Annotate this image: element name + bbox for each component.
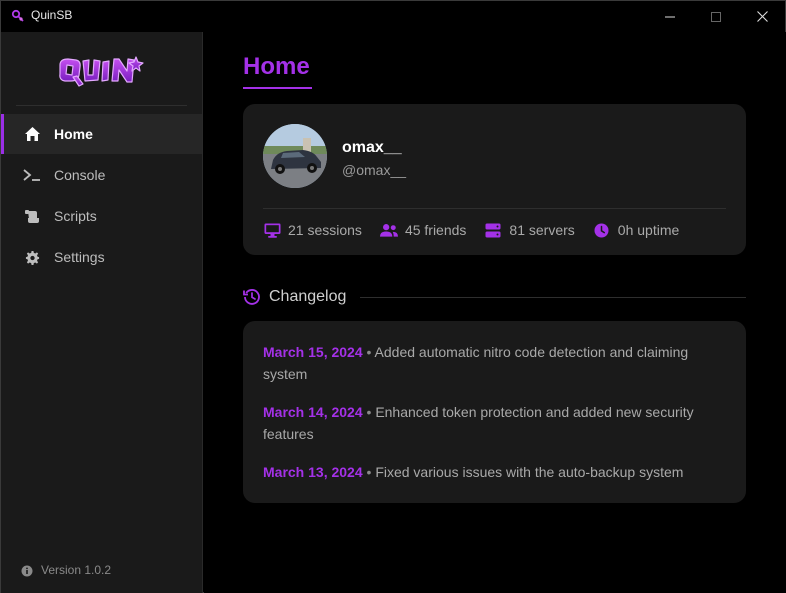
sidebar-item-console[interactable]: Console [1,155,202,195]
profile-divider [263,208,726,209]
server-icon [484,222,502,238]
version-info: Version 1.0.2 [21,563,111,577]
logo-divider [16,105,187,106]
changelog-header: Changelog [243,285,746,309]
profile-handle: @omax__ [342,162,407,178]
window-title: QuinSB [31,8,73,22]
sidebar-item-label: Console [54,167,106,183]
changelog-entry: March 14, 2024 • Enhanced token protecti… [263,401,733,445]
title-bar[interactable]: QuinSB [1,1,785,32]
minimize-button[interactable] [647,1,693,32]
changelog-text: Fixed various issues with the auto-backu… [375,464,684,480]
profile-username: omax__ [342,139,402,156]
changelog-divider [360,296,746,298]
terminal-icon [23,167,41,183]
stat-text: 0h uptime [617,222,680,238]
changelog-entry: March 15, 2024 • Added automatic nitro c… [263,341,733,385]
changelog-title: Changelog [269,288,347,305]
stat-servers: 81 servers [484,222,575,238]
quin-logo [56,53,148,93]
scroll-icon [23,208,41,224]
changelog-entry: March 13, 2024 • Fixed various issues wi… [263,461,733,483]
changelog-card: March 15, 2024 • Added automatic nitro c… [243,321,746,503]
changelog-date: March 15, 2024 [263,344,363,360]
sidebar-item-label: Scripts [54,208,97,224]
stat-sessions: 21 sessions [263,222,362,238]
changelog-date: March 14, 2024 [263,404,363,420]
sidebar-item-label: Home [54,126,93,142]
info-icon [21,564,33,577]
title-underline [243,87,312,89]
sidebar-item-settings[interactable]: Settings [1,237,202,277]
clock-icon [593,222,611,238]
avatar[interactable] [263,124,327,188]
sidebar-item-label: Settings [54,249,105,265]
profile-card: omax__ @omax__ 21 sessions 45 friends 81… [243,104,746,255]
stat-text: 21 sessions [288,222,362,238]
profile-stats: 21 sessions 45 friends 81 servers 0h upt… [263,220,697,240]
app-logo-icon [11,9,25,23]
changelog-separator: • [366,464,372,480]
close-button[interactable] [739,1,785,32]
users-icon [379,222,398,238]
home-icon [23,126,41,142]
sidebar-item-scripts[interactable]: Scripts [1,196,202,236]
monitor-icon [263,222,281,238]
changelog-separator: • [366,344,372,360]
stat-text: 45 friends [404,222,467,238]
main-content: Home omax__ @omax__ 21 sessions 45 frien… [204,32,786,593]
version-text: Version 1.0.2 [41,563,112,577]
changelog-date: March 13, 2024 [263,464,363,480]
stat-friends: 45 friends [379,222,467,238]
stat-uptime: 0h uptime [593,222,679,238]
history-icon [243,288,261,306]
sidebar: Home Console Scripts Settings Version 1.… [1,32,203,593]
gear-icon [23,249,41,265]
maximize-button[interactable] [693,1,739,32]
page-title: Home [243,53,310,80]
app-window: QuinSB Home Console Scripts Settings Ver… [0,0,786,593]
changelog-separator: • [366,404,372,420]
stat-text: 81 servers [509,222,575,238]
sidebar-item-home[interactable]: Home [1,114,202,154]
